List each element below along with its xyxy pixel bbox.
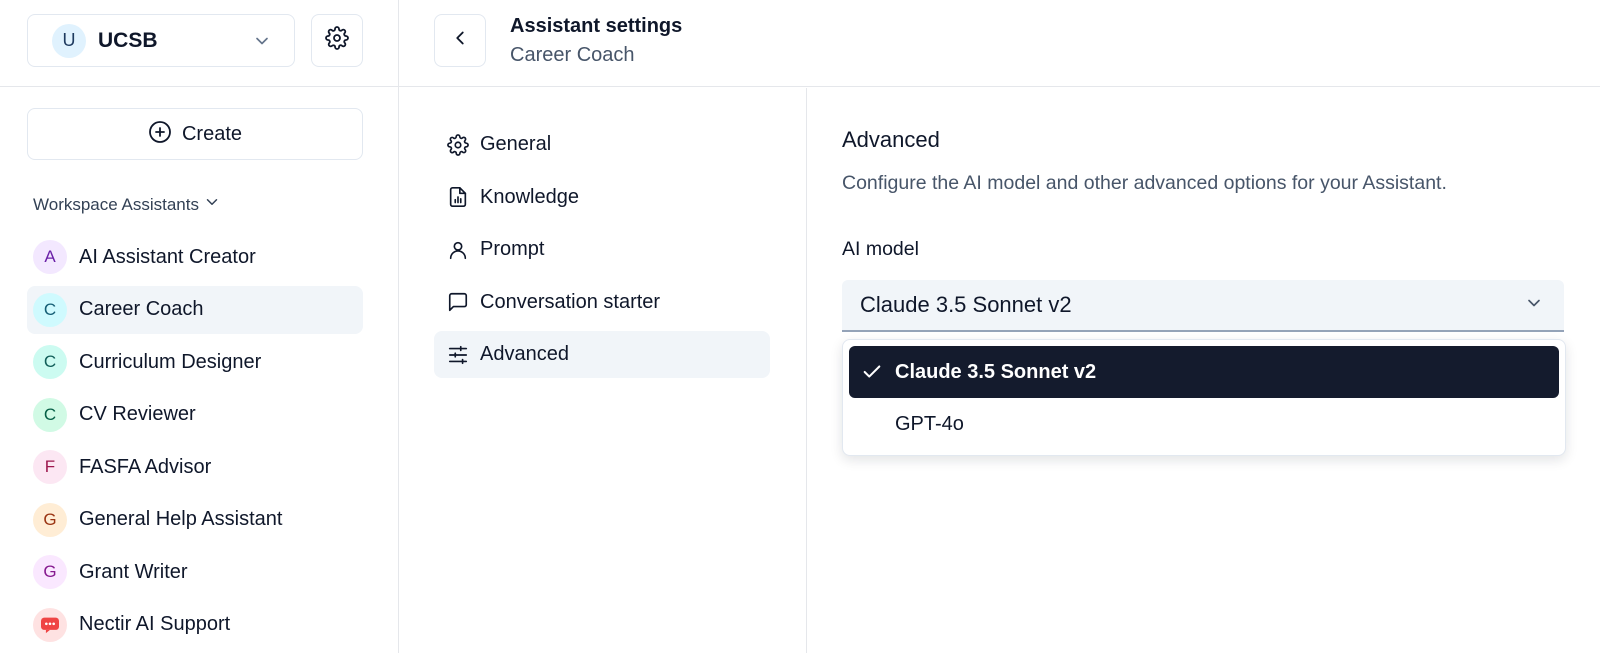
assistant-avatar: C — [33, 345, 67, 379]
workspace-select[interactable]: U UCSB — [27, 14, 295, 67]
assistant-item[interactable]: G General Help Assistant — [27, 496, 363, 544]
sliders-icon — [446, 343, 470, 367]
assistant-name: General Help Assistant — [79, 508, 283, 530]
gear-icon — [325, 26, 349, 55]
settings-nav-knowledge[interactable]: Knowledge — [434, 174, 770, 221]
advanced-panel: Advanced Configure the AI model and othe… — [807, 88, 1600, 653]
user-icon — [446, 238, 470, 262]
sidebar: U UCSB Create Workspace Assistants A AI A… — [0, 0, 399, 653]
assistant-list: A AI Assistant Creator C Career Coach C Curri… — [27, 233, 363, 653]
page-title: Assistant settings — [510, 15, 683, 37]
settings-nav-label: General — [480, 133, 552, 155]
assistant-avatar: F — [33, 450, 67, 484]
assistant-item[interactable]: Nectir AI Support — [27, 601, 363, 649]
chevron-left-icon — [449, 27, 471, 54]
settings-nav-label: Prompt — [480, 238, 545, 260]
settings-nav-list: General Knowledge Prompt Conversation start… — [434, 121, 770, 384]
sidebar-header: U UCSB — [0, 0, 398, 87]
assistant-name: Grant Writer — [79, 560, 188, 583]
ai-model-option-label: GPT-4o — [895, 412, 964, 435]
assistant-item[interactable]: G Grant Writer — [27, 548, 363, 596]
chevron-down-icon — [1524, 293, 1544, 318]
assistant-avatar: G — [33, 502, 67, 537]
assistant-name: Nectir AI Support — [79, 613, 231, 635]
ai-model-option[interactable]: GPT-4o — [849, 398, 1559, 450]
settings-nav-label: Knowledge — [480, 185, 579, 208]
create-label: Create — [181, 122, 243, 145]
settings-nav-general[interactable]: General — [434, 121, 770, 168]
assistant-name: AI Assistant Creator — [79, 245, 256, 268]
document-chart-icon — [446, 185, 470, 209]
settings-nav-conversation-starter[interactable]: Conversation starter — [434, 279, 770, 326]
chevron-down-icon — [203, 193, 221, 216]
gear-icon — [446, 133, 470, 157]
back-button[interactable] — [434, 14, 486, 67]
top-header: Assistant settings Career Coach — [399, 0, 1600, 87]
assistant-item[interactable]: C CV Reviewer — [27, 391, 363, 439]
section-heading: Advanced — [842, 127, 940, 152]
settings-nav-label: Advanced — [480, 343, 569, 365]
workspace-settings-button[interactable] — [311, 14, 363, 67]
ai-model-dropdown: Claude 3.5 Sonnet v2 GPT-4o — [842, 339, 1566, 456]
workspace-assistants-toggle[interactable]: Workspace Assistants — [33, 193, 221, 216]
chevron-down-icon — [252, 31, 272, 51]
assistant-item[interactable]: F FASFA Advisor — [27, 443, 363, 491]
assistant-item[interactable]: A AI Assistant Creator — [27, 233, 363, 281]
assistant-avatar: C — [33, 292, 67, 327]
settings-nav-prompt[interactable]: Prompt — [434, 226, 770, 273]
ai-model-option[interactable]: Claude 3.5 Sonnet v2 — [849, 346, 1559, 398]
chat-bubble-icon — [33, 607, 67, 642]
plus-circle-icon — [148, 120, 172, 149]
assistant-avatar: A — [33, 240, 67, 274]
assistant-avatar: C — [33, 397, 67, 432]
assistant-item[interactable]: C Curriculum Designer — [27, 338, 363, 386]
settings-nav-label: Conversation starter — [480, 290, 661, 313]
assistant-name: Curriculum Designer — [79, 350, 262, 373]
check-icon — [861, 361, 889, 383]
ai-model-select[interactable]: Claude 3.5 Sonnet v2 — [842, 280, 1564, 332]
chat-icon — [446, 290, 470, 314]
ai-model-label: AI model — [842, 238, 919, 260]
section-description: Configure the AI model and other advance… — [842, 172, 1447, 194]
workspace-avatar: U — [52, 23, 86, 58]
ai-model-value: Claude 3.5 Sonnet v2 — [860, 292, 1072, 317]
workspace-name: UCSB — [98, 28, 158, 52]
assistant-name: FASFA Advisor — [79, 455, 212, 478]
assistant-avatar: G — [33, 555, 67, 589]
assistant-item[interactable]: C Career Coach — [27, 285, 363, 334]
create-button[interactable]: Create — [27, 108, 363, 160]
settings-nav: General Knowledge Prompt Conversation start… — [399, 88, 807, 653]
assistant-name: Career Coach — [79, 298, 204, 320]
assistant-name: CV Reviewer — [79, 403, 196, 425]
settings-nav-advanced[interactable]: Advanced — [434, 331, 770, 378]
page-subtitle: Career Coach — [510, 44, 635, 66]
section-title-label: Workspace Assistants — [33, 194, 199, 214]
ai-model-option-label: Claude 3.5 Sonnet v2 — [895, 360, 1097, 383]
